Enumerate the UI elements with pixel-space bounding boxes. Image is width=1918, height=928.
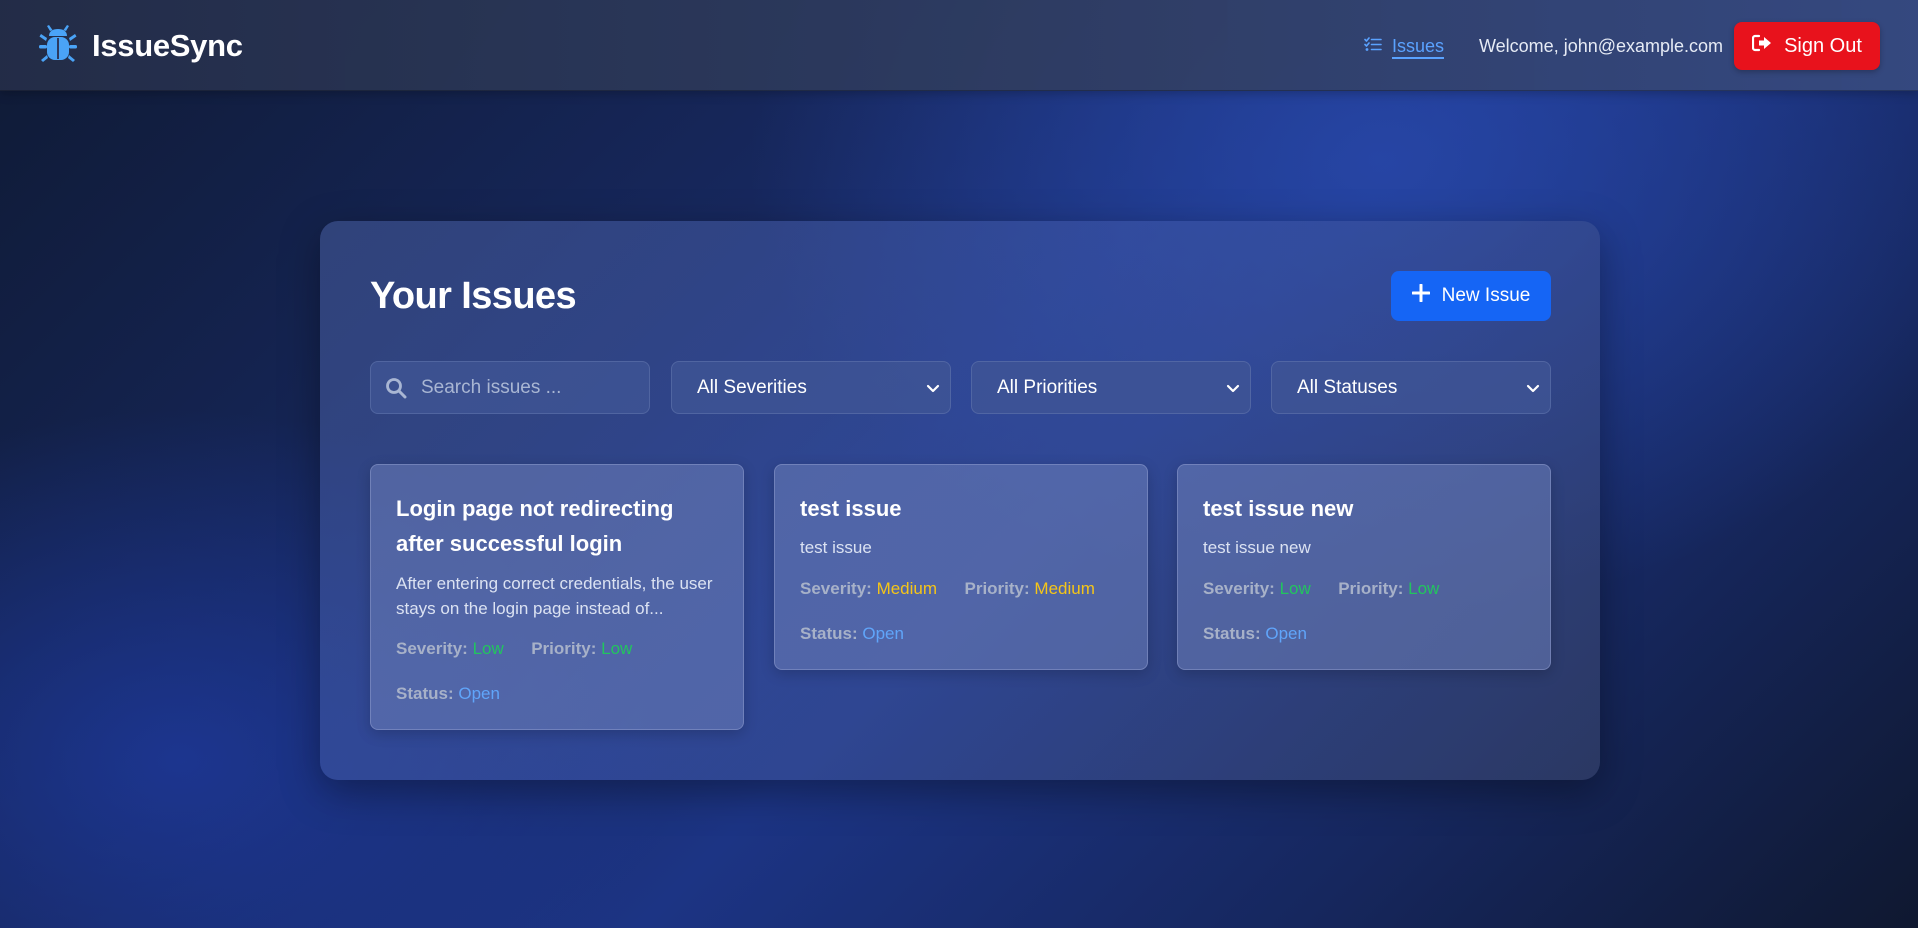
priority-value: Low	[601, 639, 633, 658]
issue-card[interactable]: Login page not redirecting after success…	[370, 464, 744, 730]
new-issue-button[interactable]: New Issue	[1391, 271, 1551, 321]
priority-value: Low	[1408, 579, 1440, 598]
nav-link-label: Issues	[1392, 36, 1445, 59]
severity-label: Severity:	[1203, 579, 1275, 598]
priority-label: Priority:	[964, 579, 1030, 598]
top-navbar: IssueSync Issues Welcome, john@example.c…	[0, 0, 1918, 91]
severity-label: Severity:	[396, 639, 468, 658]
issue-status: Status: Open	[800, 624, 904, 644]
chevron-down-icon	[1526, 381, 1540, 399]
issue-card[interactable]: test issue new test issue new Severity: …	[1177, 464, 1551, 670]
filter-bar: All Severities All Priorities All Status…	[370, 361, 1551, 414]
page-title: Your Issues	[370, 275, 577, 317]
nav-link-issues[interactable]: Issues	[1364, 34, 1445, 60]
priority-label: Priority:	[531, 639, 597, 658]
chevron-down-icon	[926, 381, 940, 399]
issue-title: test issue new	[1203, 496, 1354, 521]
status-label: Status:	[1203, 624, 1261, 643]
issue-severity-priority: Severity: Low Priority: Low	[396, 639, 632, 659]
severity-value: Medium	[876, 579, 938, 598]
issue-card[interactable]: test issue test issue Severity: Medium P…	[774, 464, 1148, 670]
issue-title: test issue	[800, 496, 902, 521]
severity-filter-select[interactable]: All Severities	[671, 361, 951, 414]
status-filter-value: All Statuses	[1297, 377, 1398, 398]
status-filter-select[interactable]: All Statuses	[1271, 361, 1551, 414]
list-check-icon	[1364, 36, 1382, 58]
issues-panel: Your Issues New Issue All Severities	[320, 221, 1600, 780]
status-label: Status:	[800, 624, 858, 643]
chevron-down-icon	[1226, 381, 1240, 399]
status-value: Open	[862, 624, 904, 643]
sign-out-label: Sign Out	[1784, 34, 1862, 57]
app-name: IssueSync	[92, 28, 243, 63]
issue-status: Status: Open	[396, 684, 500, 704]
issue-severity-priority: Severity: Low Priority: Low	[1203, 579, 1439, 599]
status-label: Status:	[396, 684, 454, 703]
priority-label: Priority:	[1338, 579, 1404, 598]
status-value: Open	[458, 684, 500, 703]
priority-filter-select[interactable]: All Priorities	[971, 361, 1251, 414]
priority-value: Medium	[1034, 579, 1095, 598]
issue-status: Status: Open	[1203, 624, 1307, 644]
status-value: Open	[1265, 624, 1307, 643]
sign-out-icon	[1751, 34, 1772, 58]
brand[interactable]: IssueSync	[38, 25, 243, 67]
issue-title: Login page not redirecting after success…	[396, 496, 674, 556]
welcome-text: Welcome, john@example.com	[1479, 36, 1724, 56]
priority-filter-value: All Priorities	[997, 377, 1098, 398]
sign-out-button[interactable]: Sign Out	[1734, 22, 1880, 70]
bug-icon	[38, 25, 78, 67]
search-input[interactable]	[421, 362, 641, 413]
search-icon	[385, 377, 407, 404]
severity-label: Severity:	[800, 579, 872, 598]
new-issue-label: New Issue	[1441, 285, 1531, 306]
issue-description: test issue new	[1203, 538, 1311, 557]
issue-description: After entering correct credentials, the …	[396, 574, 713, 618]
severity-filter-value: All Severities	[697, 377, 807, 398]
severity-value: Low	[1279, 579, 1311, 598]
issue-severity-priority: Severity: Medium Priority: Medium	[800, 579, 1095, 599]
issue-description: test issue	[800, 538, 872, 557]
severity-value: Low	[472, 639, 504, 658]
search-box	[370, 361, 650, 414]
plus-icon	[1411, 283, 1431, 308]
